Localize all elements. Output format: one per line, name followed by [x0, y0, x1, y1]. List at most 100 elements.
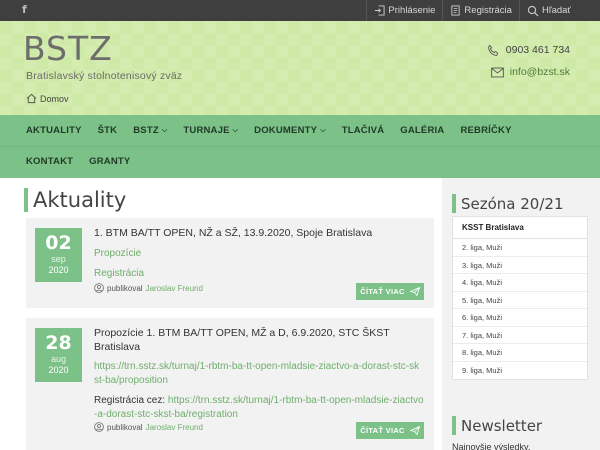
register-label: Registrácia [464, 5, 512, 16]
date-month: sep [51, 254, 66, 264]
search-icon [527, 5, 539, 16]
header-contact: 0903 461 734 info@bzst.sk [487, 41, 570, 85]
newsletter-title-text: Newsletter [461, 416, 543, 435]
nav-item-tlaciva[interactable]: TLAČIVÁ [334, 125, 393, 136]
nav-item-dokumenty[interactable]: DOKUMENTY ⌵ [246, 125, 334, 136]
site-logo[interactable]: BSTZ [23, 29, 113, 68]
login-link[interactable]: Prihlásenie [366, 0, 442, 21]
phone-icon [487, 44, 499, 56]
nav-label: BSTZ [133, 125, 159, 136]
nav-item-galeria[interactable]: GALÉRIA [392, 125, 452, 136]
post-body: 1. BTM BA/TT OPEN, NŽ a SŽ, 13.9.2020, S… [94, 226, 424, 280]
top-bar: f Prihlásenie Registrácia Hľadať [0, 0, 600, 21]
user-icon [94, 422, 104, 432]
login-label: Prihlásenie [388, 5, 436, 16]
newsletter-title: Newsletter [452, 416, 542, 435]
search-label: Hľadať [541, 5, 571, 16]
nav-label: TLAČIVÁ [341, 125, 385, 136]
author-name[interactable]: Jaroslav Freund [146, 423, 203, 432]
nav-label: ŠTK [97, 125, 118, 136]
page-title: Aktuality [24, 188, 126, 212]
page-title-text: Aktuality [33, 188, 127, 212]
send-icon [409, 287, 420, 296]
nav-label: AKTUALITY [26, 125, 82, 136]
title-accent-bar [452, 194, 456, 213]
list-item[interactable]: 9. liga, Muži [453, 362, 587, 380]
season-title: Sezóna 20/21 [452, 194, 564, 213]
nav-label: TURNAJE [183, 125, 230, 136]
top-bar-links: Prihlásenie Registrácia Hľadať [366, 0, 578, 21]
propositions-link[interactable]: Propozície [94, 247, 424, 260]
breadcrumb-home[interactable]: Domov [26, 93, 69, 104]
date-year: 2020 [48, 365, 69, 375]
email-row: info@bzst.sk [487, 63, 570, 81]
list-item[interactable]: 7. liga, Muži [453, 327, 587, 344]
season-league-list: KSST Bratislava 2. liga, Muži 3. liga, M… [452, 216, 588, 380]
news-post: 28 aug 2020 Propozície 1. BTM BA/TT OPEN… [26, 318, 434, 450]
nav-label: KONTAKT [26, 156, 74, 167]
date-badge: 02 sep 2020 [35, 228, 82, 282]
date-badge: 28 aug 2020 [35, 328, 82, 382]
post-title[interactable]: 1. BTM BA/TT OPEN, NŽ a SŽ, 13.9.2020, S… [94, 226, 424, 240]
registration-link[interactable]: Registrácia [94, 267, 424, 280]
club-name[interactable]: KSST Bratislava [453, 217, 587, 239]
season-title-text: Sezóna 20/21 [461, 194, 564, 213]
user-icon [94, 283, 104, 293]
chevron-down-icon: ⌵ [232, 126, 239, 134]
nav-row-1: AKTUALITY ŠTK BSTZ ⌵ TURNAJE ⌵ DOKUMENTY ⌵ … [18, 115, 520, 146]
author-prefix: publikoval [107, 283, 143, 293]
breadcrumb-home-label: Domov [40, 93, 69, 104]
post-title[interactable]: Propozície 1. BTM BA/TT OPEN, MŽ a D, 6.… [94, 326, 424, 354]
post-author: publikoval Jaroslav Freund [94, 283, 203, 293]
nav-item-stk[interactable]: ŠTK [90, 125, 126, 136]
nav-item-granty[interactable]: GRANTY [81, 156, 138, 167]
nav-row-2: KONTAKT GRANTY [18, 146, 138, 177]
date-year: 2020 [48, 265, 69, 275]
title-accent-bar [24, 188, 28, 212]
post-author: publikoval Jaroslav Freund [94, 422, 203, 432]
nav-item-rebricky[interactable]: REBRÍČKY [452, 125, 519, 136]
registration-line: Registrácia cez: https://trn.sstz.sk/tur… [94, 394, 424, 422]
list-item[interactable]: 8. liga, Muži [453, 344, 587, 362]
post-body: Propozície 1. BTM BA/TT OPEN, MŽ a D, 6.… [94, 326, 424, 422]
list-item[interactable]: 6. liga, Muži [453, 309, 587, 327]
chevron-down-icon: ⌵ [161, 126, 168, 134]
nav-item-bstz[interactable]: BSTZ ⌵ [125, 125, 175, 136]
propositions-link[interactable]: https://trn.sstz.sk/turnaj/1-rbtm-ba-tt-… [94, 360, 424, 388]
newsletter-text: Najnovšie výsledky, [452, 442, 531, 450]
nav-label: DOKUMENTY [254, 125, 318, 136]
read-more-button[interactable]: ČÍTAŤ VIAC [356, 283, 424, 300]
nav-item-aktuality[interactable]: AKTUALITY [18, 125, 90, 136]
list-item[interactable]: 5. liga, Muži [453, 292, 587, 309]
date-day: 02 [45, 232, 72, 254]
mail-icon [490, 67, 504, 77]
nav-item-kontakt[interactable]: KONTAKT [18, 156, 81, 167]
registration-label: Registrácia cez: [94, 395, 168, 406]
login-icon [375, 5, 385, 16]
nav-label: REBRÍČKY [460, 125, 512, 136]
email-link[interactable]: info@bzst.sk [510, 66, 570, 78]
read-more-label: ČÍTAŤ VIAC [360, 426, 405, 435]
list-item[interactable]: 3. liga, Muži [453, 257, 587, 274]
date-month: aug [50, 354, 67, 364]
chevron-down-icon: ⌵ [320, 126, 326, 134]
news-post: 02 sep 2020 1. BTM BA/TT OPEN, NŽ a SŽ, … [26, 218, 434, 308]
phone-number[interactable]: 0903 461 734 [506, 44, 570, 56]
register-link[interactable]: Registrácia [442, 0, 519, 21]
author-prefix: publikoval [107, 422, 143, 432]
author-name[interactable]: Jaroslav Freund [146, 284, 203, 293]
home-icon [26, 93, 37, 104]
nav-item-turnaje[interactable]: TURNAJE ⌵ [175, 125, 246, 136]
read-more-button[interactable]: ČÍTAŤ VIAC [356, 422, 424, 439]
phone-row: 0903 461 734 [487, 41, 570, 59]
site-header: BSTZ Bratislavský stolnotenisový zväz Do… [0, 21, 600, 115]
list-item[interactable]: 4. liga, Muži [453, 274, 587, 292]
nav-label: GRANTY [89, 156, 131, 167]
sidebar: Sezóna 20/21 KSST Bratislava 2. liga, Mu… [442, 178, 600, 450]
register-icon [451, 5, 461, 16]
list-item[interactable]: 2. liga, Muži [453, 239, 587, 257]
date-day: 28 [45, 332, 72, 354]
search-link[interactable]: Hľadať [518, 0, 578, 21]
site-tagline: Bratislavský stolnotenisový zväz [26, 70, 183, 82]
facebook-icon[interactable]: f [22, 3, 27, 16]
